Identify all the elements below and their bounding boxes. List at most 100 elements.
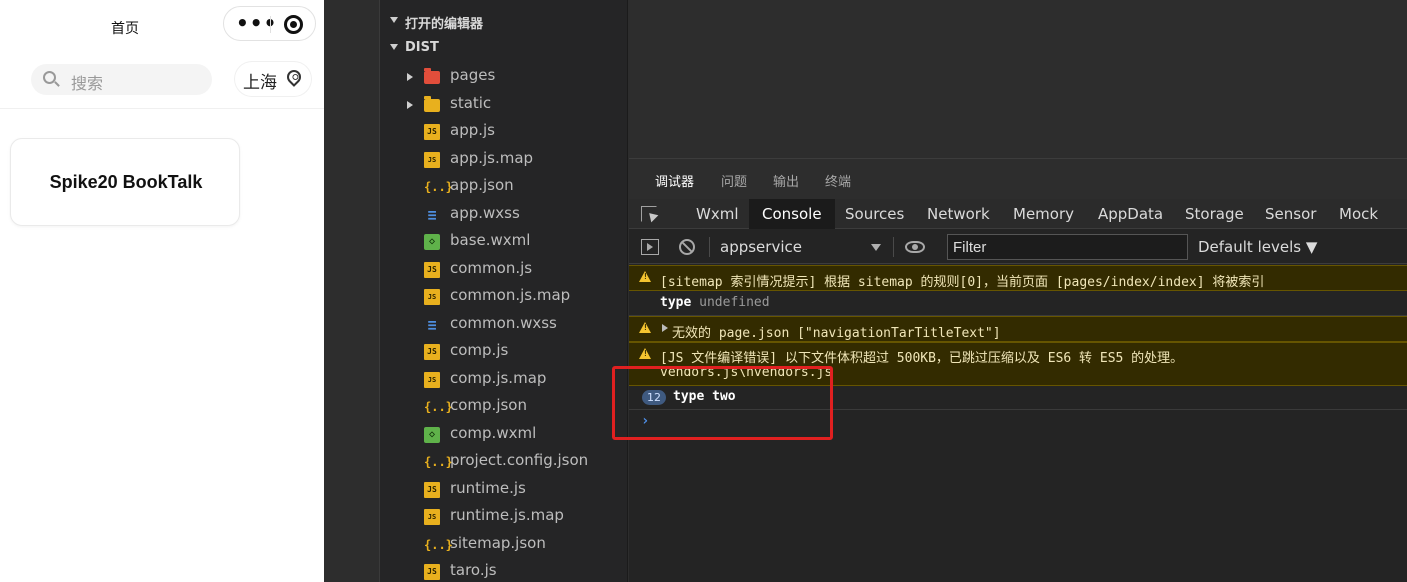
js-file-icon: JS	[424, 481, 440, 498]
css-file-icon: ≡	[427, 205, 437, 224]
chevron-down-icon	[390, 44, 398, 50]
file-item[interactable]: JS app.js.map	[380, 146, 628, 173]
editor-area	[629, 0, 1407, 158]
more-icon[interactable]: •••	[236, 13, 277, 33]
location-pin-icon	[284, 67, 304, 87]
file-item[interactable]: JS taro.js	[380, 558, 628, 582]
inspect-element-icon[interactable]	[641, 206, 657, 222]
divider	[0, 108, 324, 109]
tab-debugger[interactable]: 调试器	[655, 171, 694, 190]
file-item[interactable]: {..} comp.json	[380, 393, 628, 420]
file-name: runtime.js.map	[450, 506, 564, 524]
tab-network[interactable]: Network	[927, 199, 990, 229]
file-name: pages	[450, 66, 496, 84]
section-label: DIST	[405, 40, 439, 55]
log-levels-dropdown[interactable]: Default levels ▼	[1198, 238, 1317, 256]
file-item[interactable]: {..} sitemap.json	[380, 531, 628, 558]
filter-input[interactable]	[947, 234, 1188, 260]
tab-storage[interactable]: Storage	[1185, 199, 1244, 229]
tab-problems[interactable]: 问题	[721, 171, 747, 190]
file-item[interactable]: {..} project.config.json	[380, 448, 628, 475]
city-selector[interactable]: 上海	[235, 62, 311, 96]
js-map-file-icon: JS	[424, 371, 440, 388]
book-card[interactable]: Spike20 BookTalk	[10, 138, 240, 226]
folder-item[interactable]: static	[380, 91, 628, 118]
js-file-icon: JS	[424, 564, 440, 580]
search-input[interactable]: 搜索	[31, 64, 212, 95]
page-title: 首页	[111, 21, 139, 37]
folder-item[interactable]: pages	[380, 63, 628, 90]
js-map-file-icon: JS	[424, 289, 440, 305]
file-item[interactable]: JS common.js	[380, 256, 628, 283]
tab-sensor[interactable]: Sensor	[1265, 199, 1316, 229]
file-item[interactable]: JS runtime.js	[380, 476, 628, 503]
file-item[interactable]: JS common.js.map	[380, 283, 628, 310]
tab-sources[interactable]: Sources	[845, 199, 904, 229]
file-item[interactable]: ◇ comp.wxml	[380, 421, 628, 448]
console-warning: [sitemap 索引情况提示] 根据 sitemap 的规则[0]，当前页面 …	[629, 265, 1407, 291]
toolbar-divider	[893, 237, 894, 257]
chevron-down-icon	[390, 17, 398, 23]
folder-yellow-icon	[424, 95, 440, 112]
file-name: app.js.map	[450, 148, 534, 167]
show-sidebar-icon[interactable]	[641, 239, 659, 255]
eye-icon[interactable]	[905, 241, 925, 253]
tab-wxml[interactable]: Wxml	[696, 199, 739, 229]
tab-memory[interactable]: Memory	[1013, 199, 1074, 229]
section-dist[interactable]: DIST	[380, 35, 628, 61]
close-target-icon[interactable]	[284, 15, 303, 34]
file-name: app.js	[450, 121, 495, 139]
section-open-editors[interactable]: 打开的编辑器	[380, 8, 628, 34]
file-name: app.wxss	[450, 203, 520, 222]
console-warning[interactable]: 无效的 page.json ["navigationTarTitleText"]	[629, 316, 1407, 342]
json-file-icon: {..}	[424, 537, 453, 552]
file-name: common.js.map	[450, 286, 571, 304]
json-file-icon: {..}	[424, 455, 453, 469]
file-item[interactable]: JS comp.js.map	[380, 366, 628, 393]
file-item[interactable]: JS app.js	[380, 118, 628, 145]
file-name: common.wxss	[450, 313, 557, 332]
file-name: runtime.js	[450, 478, 526, 497]
chevron-right-icon[interactable]	[407, 73, 413, 81]
file-name: comp.js	[450, 341, 509, 359]
file-item[interactable]: JS runtime.js.map	[380, 503, 628, 530]
clear-console-icon[interactable]	[679, 239, 695, 255]
caret-down-icon[interactable]	[871, 244, 881, 251]
js-file-icon: JS	[424, 344, 440, 360]
file-item[interactable]: {..} app.json	[380, 173, 628, 200]
tab-terminal[interactable]: 终端	[825, 171, 851, 190]
activity-gutter	[324, 0, 380, 582]
context-selector[interactable]: appservice	[720, 238, 802, 256]
file-item[interactable]: ◇ base.wxml	[380, 228, 628, 255]
warning-text: [JS 文件编译错误] 以下文件体积超过 500KB，已跳过压缩以及 ES6 转…	[660, 351, 1184, 366]
devtools-window: 首页 ••• 搜索 上海 Spike20 BookTalk 打开的编辑器 DIS…	[0, 0, 1407, 582]
js-file-icon: JS	[424, 261, 440, 278]
js-map-file-icon: JS	[424, 151, 440, 168]
file-name: comp.json	[450, 396, 527, 414]
file-name: sitemap.json	[450, 533, 546, 552]
warning-icon	[639, 348, 651, 359]
capsule-menu[interactable]: •••	[223, 6, 316, 41]
file-item[interactable]: ≡ app.wxss	[380, 201, 628, 228]
file-item[interactable]: JS comp.js	[380, 338, 628, 365]
simulator: 首页 ••• 搜索 上海 Spike20 BookTalk	[0, 0, 324, 582]
file-name: static	[450, 93, 492, 112]
tab-console[interactable]: Console	[749, 199, 835, 229]
file-name: taro.js	[450, 561, 497, 579]
file-explorer: 打开的编辑器 DIST pages static JS app.js JS app.js.…	[380, 0, 628, 582]
tab-output[interactable]: 输出	[773, 171, 799, 190]
file-name: base.wxml	[450, 231, 531, 249]
warning-icon	[639, 322, 651, 333]
card-title: Spike20 BookTalk	[49, 172, 203, 192]
tab-mock[interactable]: Mock	[1339, 199, 1378, 229]
chevron-right-icon[interactable]	[407, 100, 413, 109]
console-toolbar: appservice Default levels ▼	[629, 230, 1407, 264]
wxml-file-icon: ◇	[424, 426, 440, 443]
file-item[interactable]: ≡ common.wxss	[380, 311, 628, 338]
folder-red-icon	[424, 68, 440, 84]
tab-appdata[interactable]: AppData	[1098, 199, 1163, 229]
file-name: common.js	[450, 258, 533, 277]
capsule-divider	[270, 16, 271, 33]
panel-tabs: 调试器 问题 输出 终端	[629, 159, 1407, 199]
expand-triangle-icon[interactable]	[662, 324, 668, 332]
